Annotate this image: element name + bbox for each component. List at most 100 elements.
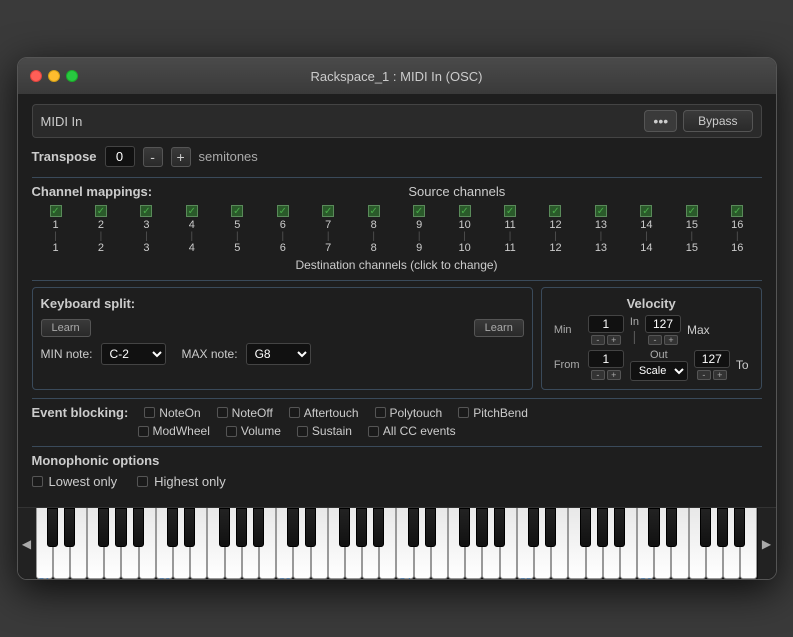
black-key-oct4-5[interactable] (614, 508, 625, 547)
black-key-oct5-5[interactable] (734, 508, 745, 547)
channel-col-12[interactable]: ✓ 12 | 12 (535, 205, 575, 254)
ch-checkbox-8[interactable]: ✓ (368, 205, 380, 217)
aftertouch-checkbox[interactable] (289, 407, 300, 418)
ch-checkbox-5[interactable]: ✓ (231, 205, 243, 217)
vel-from-value[interactable]: 1 (588, 350, 624, 368)
transpose-minus-button[interactable]: - (143, 147, 163, 167)
black-key-oct2-4[interactable] (356, 508, 367, 547)
black-key-oct5-4[interactable] (717, 508, 728, 547)
eb-aftertouch[interactable]: Aftertouch (289, 406, 359, 420)
piano-left-arrow[interactable]: ◀ (18, 508, 36, 579)
modwheel-checkbox[interactable] (138, 426, 149, 437)
ch-checkbox-15[interactable]: ✓ (686, 205, 698, 217)
vel-from-plus[interactable]: + (607, 370, 621, 380)
ch-checkbox-7[interactable]: ✓ (322, 205, 334, 217)
vel-max-minus[interactable]: - (648, 335, 662, 345)
ch-checkbox-16[interactable]: ✓ (731, 205, 743, 217)
vel-to-minus[interactable]: - (697, 370, 711, 380)
dots-button[interactable]: ••• (644, 110, 677, 132)
black-key-oct2-5[interactable] (373, 508, 384, 547)
minimize-button[interactable] (48, 70, 60, 82)
eb-sustain[interactable]: Sustain (297, 424, 352, 438)
vel-min-plus[interactable]: + (607, 335, 621, 345)
eb-noteoff[interactable]: NoteOff (217, 406, 273, 420)
channel-col-6[interactable]: ✓ 6 | 6 (263, 205, 303, 254)
transpose-value[interactable]: 0 (105, 146, 135, 167)
vel-max-value[interactable]: 127 (645, 315, 681, 333)
black-key-oct3-0[interactable] (408, 508, 419, 547)
ch-checkbox-12[interactable]: ✓ (549, 205, 561, 217)
eb-polytouch[interactable]: Polytouch (375, 406, 443, 420)
noteoff-checkbox[interactable] (217, 407, 228, 418)
channel-col-16[interactable]: ✓ 16 | 16 (717, 205, 757, 254)
black-key-oct4-4[interactable] (597, 508, 608, 547)
vel-min-value[interactable]: 1 (588, 315, 624, 333)
black-key-oct5-0[interactable] (648, 508, 659, 547)
black-key-oct3-5[interactable] (494, 508, 505, 547)
allcc-checkbox[interactable] (368, 426, 379, 437)
eb-modwheel[interactable]: ModWheel (138, 424, 210, 438)
piano-right-arrow[interactable]: ▶ (758, 508, 776, 579)
black-key-oct0-0[interactable] (47, 508, 58, 547)
black-key-oct1-3[interactable] (219, 508, 230, 547)
black-key-oct2-3[interactable] (339, 508, 350, 547)
black-key-oct4-3[interactable] (580, 508, 591, 547)
eb-allcc[interactable]: All CC events (368, 424, 456, 438)
ch-checkbox-3[interactable]: ✓ (140, 205, 152, 217)
volume-checkbox[interactable] (226, 426, 237, 437)
black-key-oct0-4[interactable] (115, 508, 126, 547)
pitchbend-checkbox[interactable] (458, 407, 469, 418)
maximize-button[interactable] (66, 70, 78, 82)
sustain-checkbox[interactable] (297, 426, 308, 437)
lowest-only-checkbox[interactable] (32, 476, 43, 487)
ch-checkbox-1[interactable]: ✓ (50, 205, 62, 217)
polytouch-checkbox[interactable] (375, 407, 386, 418)
channel-col-14[interactable]: ✓ 14 | 14 (626, 205, 666, 254)
noteon-checkbox[interactable] (144, 407, 155, 418)
black-key-oct3-1[interactable] (425, 508, 436, 547)
ch-checkbox-4[interactable]: ✓ (186, 205, 198, 217)
vel-to-value[interactable]: 127 (694, 350, 730, 368)
ch-checkbox-10[interactable]: ✓ (459, 205, 471, 217)
channel-col-8[interactable]: ✓ 8 | 8 (354, 205, 394, 254)
channel-col-2[interactable]: ✓ 2 | 2 (81, 205, 121, 254)
channel-col-9[interactable]: ✓ 9 | 9 (399, 205, 439, 254)
black-key-oct5-1[interactable] (666, 508, 677, 547)
channel-col-11[interactable]: ✓ 11 | 11 (490, 205, 530, 254)
channel-col-5[interactable]: ✓ 5 | 5 (217, 205, 257, 254)
ch-checkbox-14[interactable]: ✓ (640, 205, 652, 217)
learn-min-button[interactable]: Learn (41, 319, 91, 337)
bypass-button[interactable]: Bypass (683, 110, 752, 132)
ch-checkbox-11[interactable]: ✓ (504, 205, 516, 217)
black-key-oct5-3[interactable] (700, 508, 711, 547)
vel-max-plus[interactable]: + (664, 335, 678, 345)
highest-only-checkbox[interactable] (137, 476, 148, 487)
black-key-oct3-4[interactable] (476, 508, 487, 547)
black-key-oct1-1[interactable] (184, 508, 195, 547)
channel-col-13[interactable]: ✓ 13 | 13 (581, 205, 621, 254)
black-key-oct0-1[interactable] (64, 508, 75, 547)
dest-channels-label[interactable]: Destination channels (click to change) (32, 258, 762, 272)
black-key-oct0-3[interactable] (98, 508, 109, 547)
highest-only-item[interactable]: Highest only (137, 474, 226, 489)
channel-col-10[interactable]: ✓ 10 | 10 (445, 205, 485, 254)
vel-min-minus[interactable]: - (591, 335, 605, 345)
black-key-oct0-5[interactable] (133, 508, 144, 547)
black-key-oct4-1[interactable] (545, 508, 556, 547)
black-key-oct1-4[interactable] (236, 508, 247, 547)
ch-checkbox-13[interactable]: ✓ (595, 205, 607, 217)
eb-pitchbend[interactable]: PitchBend (458, 406, 528, 420)
learn-max-button[interactable]: Learn (474, 319, 524, 337)
vel-to-plus[interactable]: + (713, 370, 727, 380)
vel-from-minus[interactable]: - (591, 370, 605, 380)
black-key-oct4-0[interactable] (528, 508, 539, 547)
black-key-oct2-0[interactable] (287, 508, 298, 547)
black-key-oct2-1[interactable] (305, 508, 316, 547)
black-key-oct3-3[interactable] (459, 508, 470, 547)
eb-noteon[interactable]: NoteOn (144, 406, 200, 420)
black-key-oct1-0[interactable] (167, 508, 178, 547)
channel-col-3[interactable]: ✓ 3 | 3 (126, 205, 166, 254)
transpose-plus-button[interactable]: + (171, 147, 191, 167)
eb-volume[interactable]: Volume (226, 424, 281, 438)
channel-col-7[interactable]: ✓ 7 | 7 (308, 205, 348, 254)
